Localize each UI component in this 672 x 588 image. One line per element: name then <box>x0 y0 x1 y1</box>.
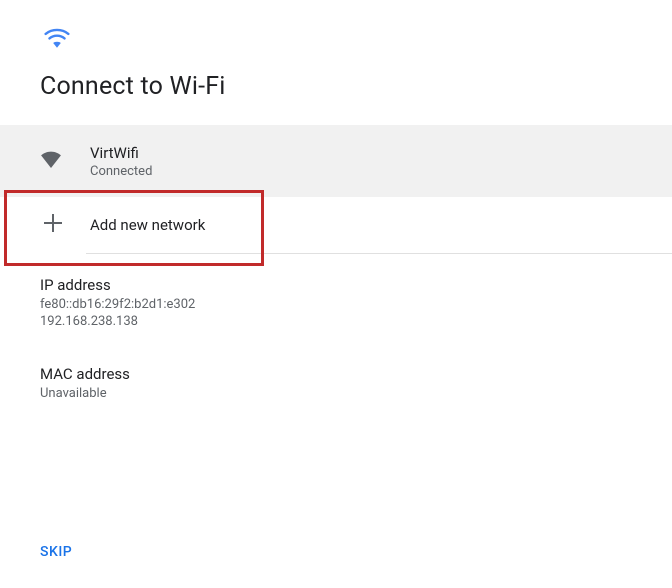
ip-address-block: IP address fe80::db16:29f2:b2d1:e302 192… <box>40 276 672 331</box>
wifi-header-icon <box>44 28 672 52</box>
network-name: VirtWifi <box>90 144 152 162</box>
ip-address-label: IP address <box>40 276 672 294</box>
wifi-signal-icon <box>40 150 62 172</box>
ip-address-value: fe80::db16:29f2:b2d1:e302 192.168.238.13… <box>40 297 672 331</box>
page-title: Connect to Wi-Fi <box>40 72 672 101</box>
divider <box>86 253 672 254</box>
skip-button[interactable]: SKIP <box>40 544 72 560</box>
wifi-network-item[interactable]: VirtWifi Connected <box>0 125 672 197</box>
network-status: Connected <box>90 164 152 179</box>
plus-icon <box>44 214 62 236</box>
add-network-button[interactable]: Add new network <box>0 197 672 253</box>
mac-address-value: Unavailable <box>40 386 672 403</box>
mac-address-label: MAC address <box>40 365 672 383</box>
add-network-label: Add new network <box>90 216 205 234</box>
wifi-network-list: VirtWifi Connected Add new network <box>0 125 672 254</box>
mac-address-block: MAC address Unavailable <box>40 365 672 403</box>
